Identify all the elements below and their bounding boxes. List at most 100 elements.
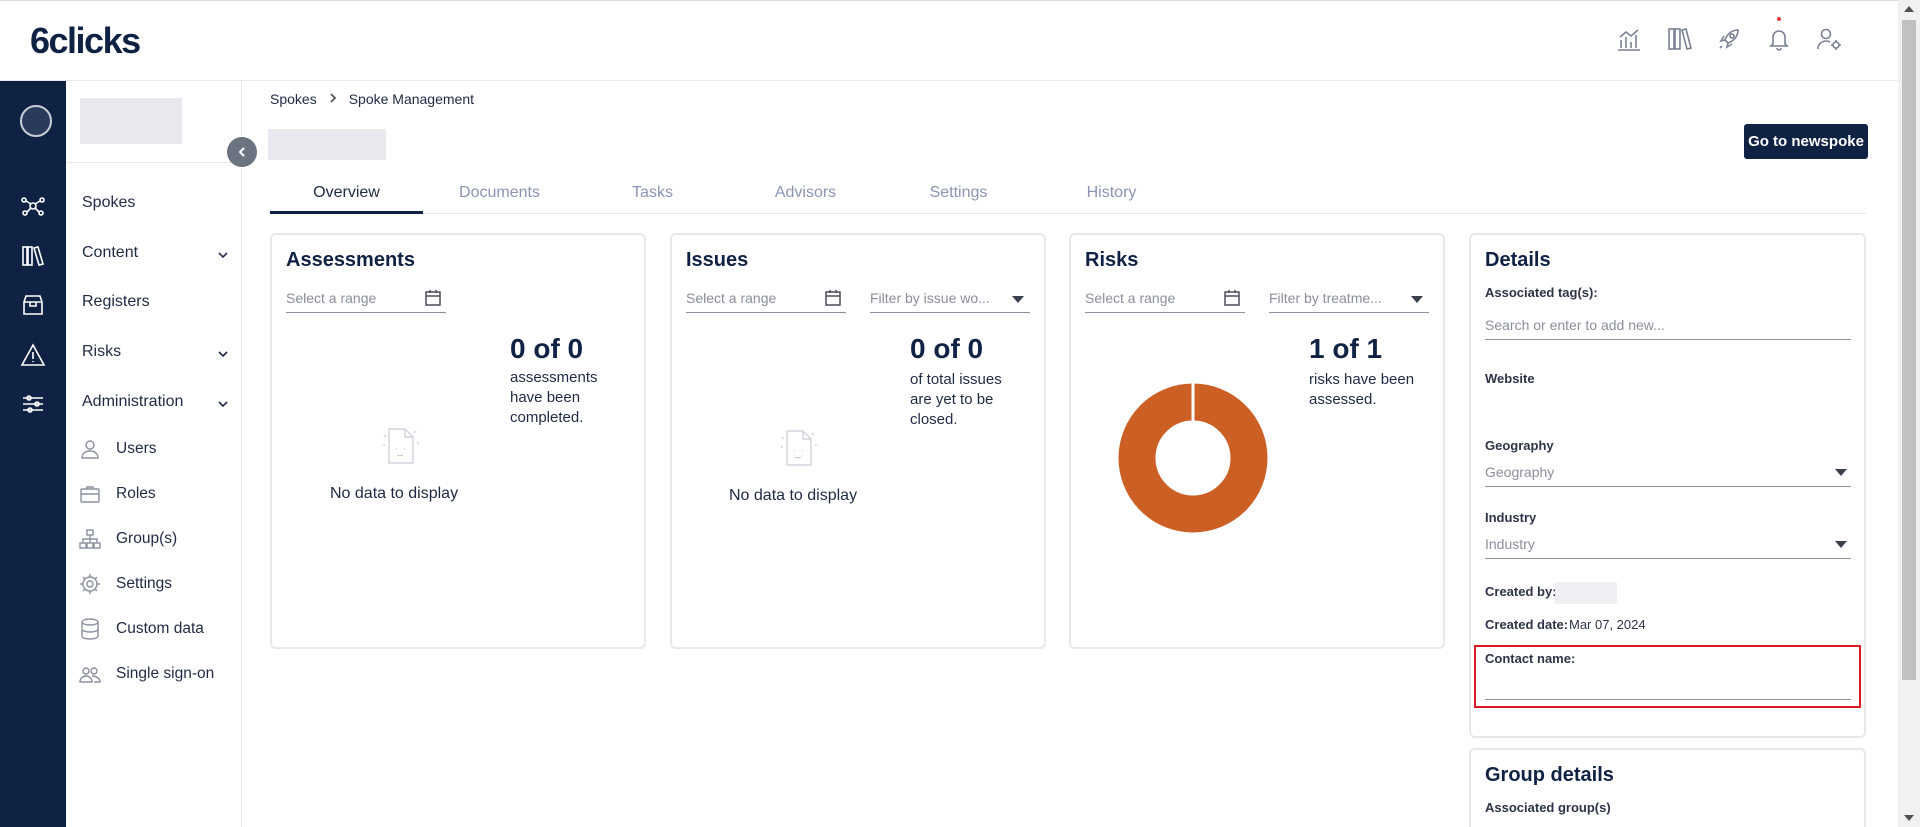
chevron-left-icon (238, 147, 245, 157)
created-date-label: Created date: (1485, 617, 1569, 632)
sidebar-item-administration[interactable]: Administration (82, 390, 230, 414)
card-title: Assessments (286, 249, 415, 271)
sidebar-item-label: Custom data (116, 620, 204, 637)
header-icon-group (1614, 17, 1844, 54)
field-placeholder: Select a range (686, 290, 777, 306)
associated-groups-label: Associated group(s) (1485, 800, 1611, 815)
field-placeholder: Filter by issue wo... (870, 290, 990, 306)
sidebar-item-label: Settings (116, 575, 173, 592)
treatment-filter-select[interactable]: Filter by treatme... (1269, 285, 1429, 313)
date-range-input[interactable]: Select a range (1085, 285, 1245, 313)
field-placeholder: Industry (1485, 536, 1535, 552)
side-menu: Spokes Content Registers Risks Administr… (66, 81, 242, 827)
date-range-input[interactable]: Select a range (286, 285, 446, 313)
sidebar-item-single-sign-on[interactable]: Single sign-on (78, 662, 214, 686)
bell-icon[interactable] (1764, 17, 1794, 54)
breadcrumb: Spokes Spoke Management (270, 91, 474, 107)
breadcrumb-current: Spoke Management (348, 91, 475, 107)
tab-bar: Overview Documents Tasks Advisors Settin… (270, 176, 1866, 214)
sidebar-item-label: Roles (116, 485, 156, 502)
top-header: 6clicks (0, 0, 1898, 81)
scroll-up-arrow-icon[interactable] (1904, 6, 1914, 12)
go-to-newspoke-button[interactable]: Go to newspoke (1744, 124, 1868, 159)
briefcase-icon (78, 482, 102, 506)
divider (66, 162, 242, 163)
tags-search-input[interactable]: Search or enter to add new... (1485, 312, 1851, 340)
tab-overview[interactable]: Overview (270, 176, 423, 214)
risks-count: 1 of 1 (1309, 333, 1383, 364)
empty-document-icon (375, 421, 425, 471)
app-logo[interactable]: 6clicks (30, 19, 141, 63)
industry-label: Industry (1485, 510, 1537, 525)
tab-settings[interactable]: Settings (882, 176, 1035, 214)
issue-filter-select[interactable]: Filter by issue wo... (870, 285, 1030, 313)
calendar-icon (824, 289, 842, 307)
database-icon (78, 617, 102, 641)
sidebar-item-label: Spokes (82, 194, 136, 211)
assessments-description: assessments have been completed. (510, 369, 598, 426)
no-data-message: No data to display (729, 487, 858, 504)
organization-logo (80, 98, 182, 144)
sidebar-item-label: Single sign-on (116, 665, 215, 682)
caret-down-icon (1012, 296, 1024, 303)
sidebar-item-label: Users (116, 440, 157, 457)
vertical-scrollbar[interactable] (1898, 0, 1920, 827)
scrollbar-thumb[interactable] (1902, 20, 1916, 680)
collapse-sidebar-button[interactable] (227, 137, 257, 167)
website-label: Website (1485, 371, 1535, 386)
assessments-count: 0 of 0 (510, 333, 584, 364)
sidebar-item-roles[interactable]: Roles (78, 482, 156, 506)
assessments-card: Assessments Select a range 0 of 0 assess… (270, 233, 646, 649)
avatar[interactable] (20, 105, 52, 137)
library-icon[interactable] (1664, 24, 1694, 54)
issues-description: of total issues are yet to be closed. (910, 371, 1002, 428)
empty-document-icon (773, 423, 823, 473)
sidebar-item-registers[interactable]: Registers (82, 290, 230, 314)
tab-history[interactable]: History (1035, 176, 1188, 214)
sidebar-item-custom-data[interactable]: Custom data (78, 617, 204, 641)
sidebar-item-spokes[interactable]: Spokes (82, 191, 230, 215)
gear-icon (78, 572, 102, 596)
sidebar-item-users[interactable]: Users (78, 437, 156, 461)
associated-tags-label: Associated tag(s): (1485, 285, 1598, 300)
risks-card: Risks Select a range Filter by treatme..… (1069, 233, 1445, 649)
sidebar-item-content[interactable]: Content (82, 241, 230, 265)
scroll-down-arrow-icon[interactable] (1904, 815, 1914, 821)
no-data-message: No data to display (330, 485, 459, 502)
sidebar-item-risks[interactable]: Risks (82, 340, 230, 364)
sidebar-item-label: Content (82, 244, 139, 261)
sidebar-item-groups[interactable]: Group(s) (78, 527, 177, 551)
sidebar-item-settings[interactable]: Settings (78, 572, 172, 596)
caret-down-icon (1835, 469, 1847, 476)
risks-description: risks have been assessed. (1309, 371, 1415, 408)
tab-advisors[interactable]: Advisors (729, 176, 882, 214)
org-chart-icon (78, 527, 102, 551)
sidebar-item-label: Risks (82, 343, 122, 360)
created-by-label: Created by: (1485, 584, 1557, 599)
library-icon[interactable] (19, 242, 47, 270)
sliders-icon[interactable] (19, 390, 47, 418)
user-settings-icon[interactable] (1814, 24, 1844, 54)
field-placeholder: Select a range (286, 290, 377, 306)
field-placeholder: Search or enter to add new... (1485, 317, 1665, 333)
calendar-icon (1223, 289, 1241, 307)
chevron-down-icon (216, 345, 230, 359)
caret-down-icon (1411, 296, 1423, 303)
calendar-icon (424, 289, 442, 307)
tab-documents[interactable]: Documents (423, 176, 576, 214)
sidebar-item-label: Administration (82, 393, 184, 410)
date-range-input[interactable]: Select a range (686, 285, 846, 313)
rocket-icon[interactable] (1714, 24, 1744, 54)
group-details-card: Group details Associated group(s) (1469, 748, 1866, 827)
geography-select[interactable]: Geography (1485, 459, 1851, 487)
created-by-value-placeholder (1555, 582, 1617, 604)
hub-network-icon[interactable] (19, 192, 47, 220)
breadcrumb-link-spokes[interactable]: Spokes (270, 91, 317, 107)
industry-select[interactable]: Industry (1485, 531, 1851, 559)
analytics-icon[interactable] (1614, 24, 1644, 54)
box-icon[interactable] (19, 291, 47, 319)
card-title: Risks (1085, 249, 1139, 271)
tab-tasks[interactable]: Tasks (576, 176, 729, 214)
warning-icon[interactable] (19, 341, 47, 369)
spoke-name-placeholder (268, 129, 386, 160)
